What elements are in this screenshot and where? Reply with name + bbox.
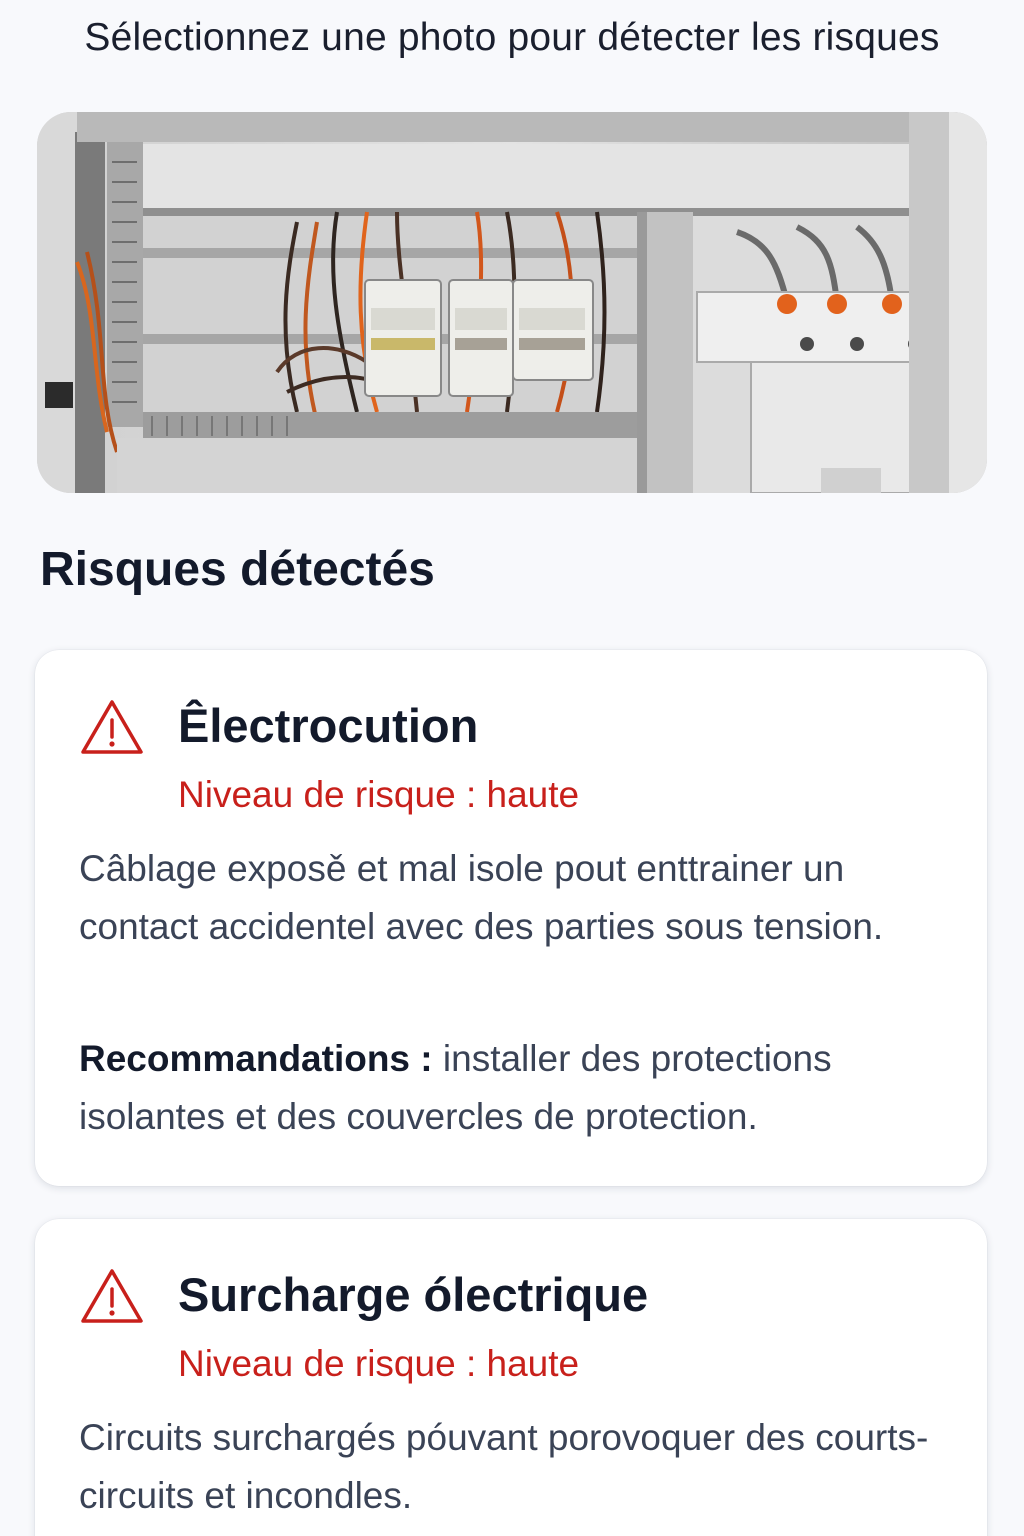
risk-description: Circuits surchargés póuvant porovoquer d… [79,1417,929,1516]
recommendation-label: Recommandations : [79,1038,433,1079]
section-title-detected-risks: Risques détectés [40,543,435,596]
risk-card: Surcharge ólectrique Niveau de risque : … [35,1219,987,1536]
risk-detection-screen: Sélectionnez une photo pour détecter les… [0,0,1024,1536]
warning-triangle-icon [81,1269,143,1323]
electrical-panel-image [37,112,987,493]
risk-title: Surcharge ólectrique [178,1268,649,1321]
risk-level: Niveau de risque : haute [178,1343,580,1384]
risk-description: Câblage exposě et mal isole pout enttrai… [79,848,884,947]
risk-title: Êlectrocution [178,699,479,752]
risk-recommendation: Recommandations : installer des protecti… [79,1030,959,1146]
instruction-text: Sélectionnez une photo pour détecter les… [84,16,940,59]
warning-triangle-icon [81,700,143,754]
selected-photo-electrical-panel[interactable] [37,112,987,493]
risk-level: Niveau de risque : haute [178,774,580,815]
risk-card: Êlectrocution Niveau de risque : haute C… [35,650,987,1186]
